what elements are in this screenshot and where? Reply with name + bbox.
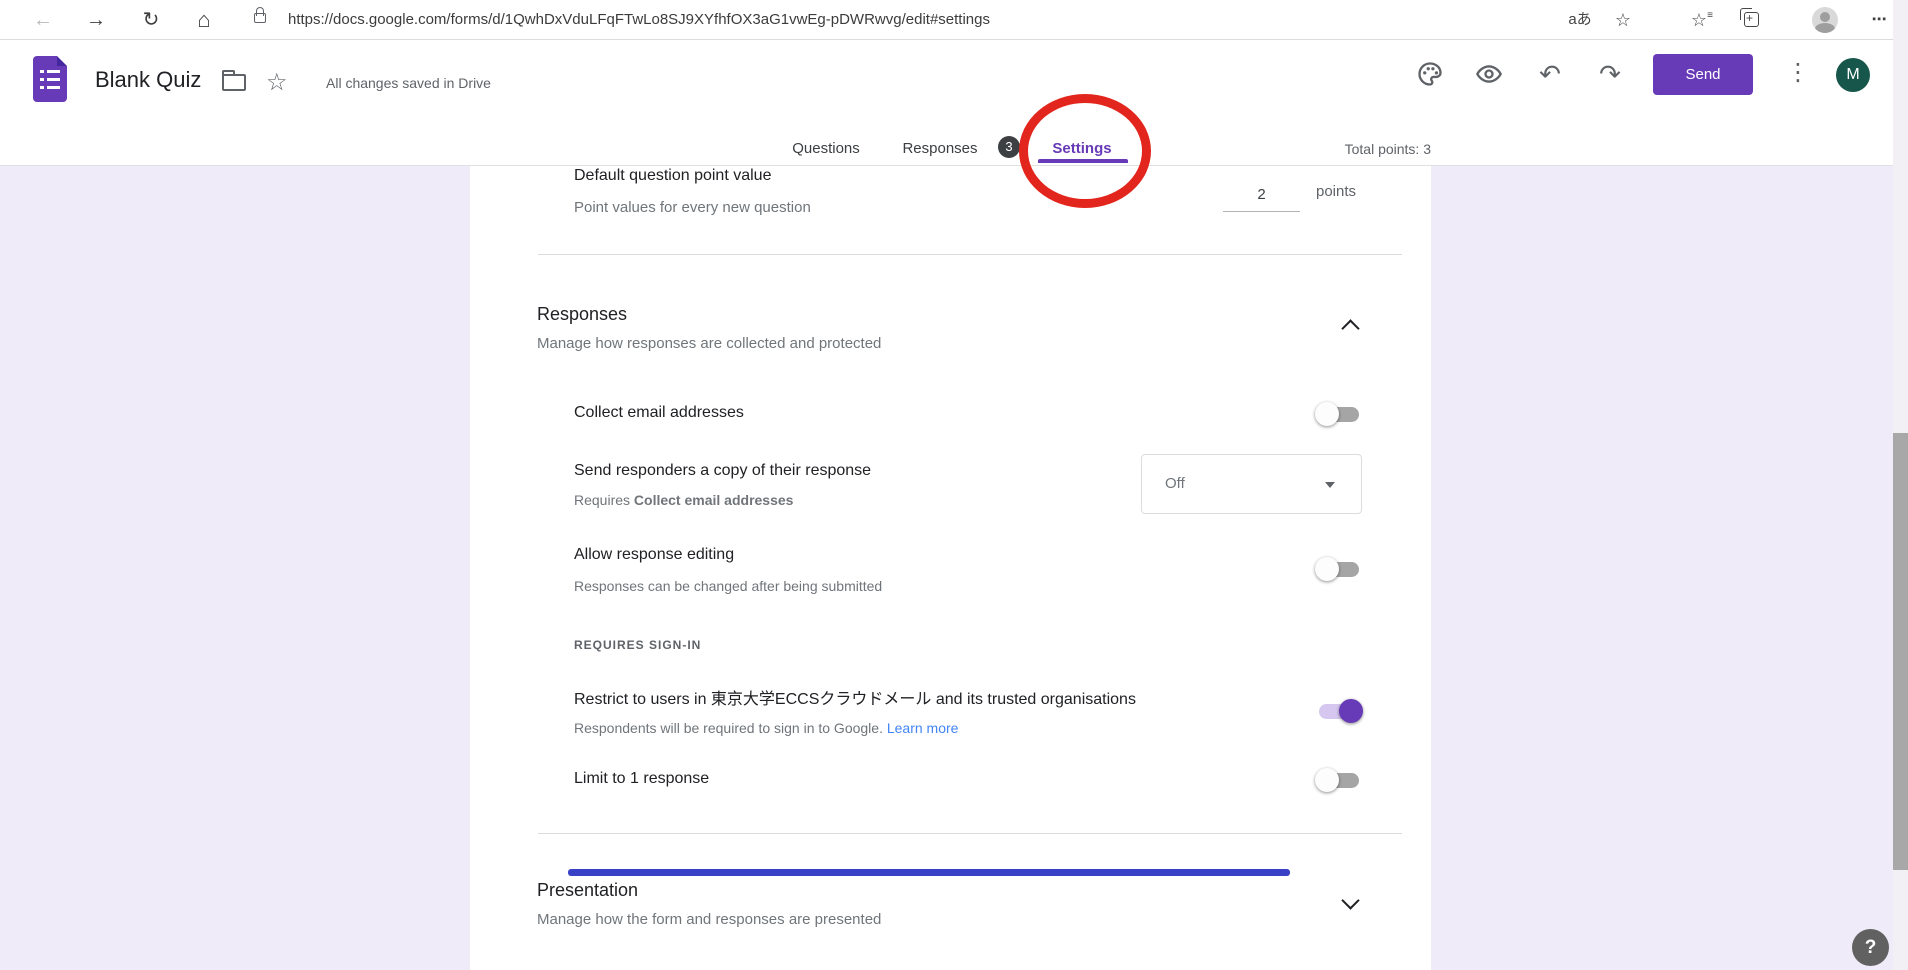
presentation-section-title[interactable]: Presentation <box>537 880 638 901</box>
move-folder-icon[interactable] <box>222 74 246 91</box>
scrollbar-track <box>1893 0 1908 970</box>
learn-more-link[interactable]: Learn more <box>887 720 959 736</box>
default-points-sub: Point values for every new question <box>574 199 811 216</box>
home-icon[interactable]: ⌂ <box>187 0 221 40</box>
address-bar[interactable]: https://docs.google.com/forms/d/1QwhDxVd… <box>288 0 990 40</box>
settings-card: Default question point value Point value… <box>470 166 1431 970</box>
lock-icon <box>254 13 266 23</box>
restrict-users-toggle[interactable] <box>1315 698 1363 724</box>
allow-edit-label: Allow response editing <box>574 546 734 564</box>
send-copy-label: Send responders a copy of their response <box>574 462 871 480</box>
favorites-star: ☆ <box>1691 10 1707 30</box>
translate-icon[interactable]: aあ <box>1560 0 1600 40</box>
preview-eye-icon[interactable] <box>1475 60 1503 88</box>
expand-chevron-down-icon[interactable] <box>1341 891 1359 909</box>
favorites-lines: ≡ <box>1707 13 1713 18</box>
logo-line <box>40 70 44 73</box>
scrollbar-thumb[interactable] <box>1893 433 1908 870</box>
profile-head <box>1820 12 1830 22</box>
responses-section-title[interactable]: Responses <box>537 304 627 325</box>
responses-section-sub: Manage how responses are collected and p… <box>537 335 881 352</box>
send-copy-sub: Requires Collect email addresses <box>574 492 793 508</box>
responses-count-badge: 3 <box>998 136 1020 158</box>
logo-line <box>47 86 60 89</box>
forms-header: Blank Quiz ☆ All changes saved in Drive … <box>0 40 1908 166</box>
collapse-chevron-up-icon[interactable] <box>1341 319 1359 337</box>
allow-edit-sub: Responses can be changed after being sub… <box>574 578 882 594</box>
add-favorite-icon[interactable]: ☆ <box>1606 0 1640 40</box>
forward-icon[interactable]: → <box>79 0 113 40</box>
send-copy-sub-bold: Collect email addresses <box>634 492 794 508</box>
send-button[interactable]: Send <box>1653 54 1753 95</box>
toggle-knob <box>1315 768 1339 792</box>
back-icon[interactable]: ← <box>26 0 60 40</box>
star-icon[interactable]: ☆ <box>266 68 288 97</box>
save-status: All changes saved in Drive <box>326 75 491 91</box>
dropdown-value: Off <box>1165 455 1185 513</box>
dropdown-caret-icon <box>1325 482 1335 488</box>
divider <box>538 254 1402 255</box>
favorites-bar-icon[interactable]: ☆ ≡ <box>1682 0 1716 40</box>
logo-line <box>47 78 60 81</box>
default-points-label: Default question point value <box>574 167 771 185</box>
tab-questions[interactable]: Questions <box>792 132 860 166</box>
limit-response-toggle[interactable] <box>1315 767 1363 793</box>
logo-line <box>40 78 44 81</box>
restrict-users-label: Restrict to users in 東京大学ECCSクラウドメール and… <box>574 685 1136 709</box>
allow-edit-toggle[interactable] <box>1315 556 1363 582</box>
send-copy-dropdown[interactable]: Off <box>1141 454 1362 514</box>
document-title[interactable]: Blank Quiz <box>95 67 201 93</box>
presentation-section-sub: Manage how the form and responses are pr… <box>537 911 881 928</box>
help-button[interactable]: ? <box>1852 929 1889 966</box>
collect-email-label: Collect email addresses <box>574 404 744 422</box>
requires-signin-header: REQUIRES SIGN-IN <box>574 638 701 652</box>
forms-logo-icon[interactable] <box>33 56 67 102</box>
toggle-knob <box>1315 557 1339 581</box>
limit-response-label: Limit to 1 response <box>574 770 709 788</box>
redo-icon[interactable]: ↷ <box>1596 60 1624 88</box>
profile-body <box>1815 23 1835 33</box>
settings-page-background: Default question point value Point value… <box>0 166 1893 970</box>
active-tab-indicator <box>1038 159 1128 163</box>
toggle-knob <box>1339 699 1363 723</box>
total-points: Total points: 3 <box>1251 132 1431 166</box>
theme-palette-icon[interactable] <box>1416 60 1444 88</box>
points-unit-label: points <box>1316 183 1356 200</box>
default-points-input[interactable] <box>1223 178 1300 212</box>
more-options-icon[interactable]: ⋮ <box>1786 58 1810 87</box>
undo-icon[interactable]: ↶ <box>1536 60 1564 88</box>
send-copy-sub-prefix: Requires <box>574 492 634 508</box>
logo-line <box>40 86 44 89</box>
tab-responses[interactable]: Responses <box>902 132 977 166</box>
collect-email-toggle[interactable] <box>1315 401 1363 427</box>
toggle-knob <box>1315 402 1339 426</box>
divider <box>538 833 1402 834</box>
browser-bar: ← → ↻ ⌂ https://docs.google.com/forms/d/… <box>0 0 1908 40</box>
collections-icon[interactable] <box>1744 12 1759 27</box>
restrict-sub-text: Respondents will be required to sign in … <box>574 720 883 736</box>
account-avatar[interactable]: M <box>1836 58 1870 92</box>
restrict-users-sub: Respondents will be required to sign in … <box>574 720 958 736</box>
logo-fold <box>57 56 67 66</box>
refresh-icon[interactable]: ↻ <box>134 0 168 40</box>
browser-profile-icon[interactable] <box>1812 7 1838 33</box>
logo-line <box>47 70 60 73</box>
